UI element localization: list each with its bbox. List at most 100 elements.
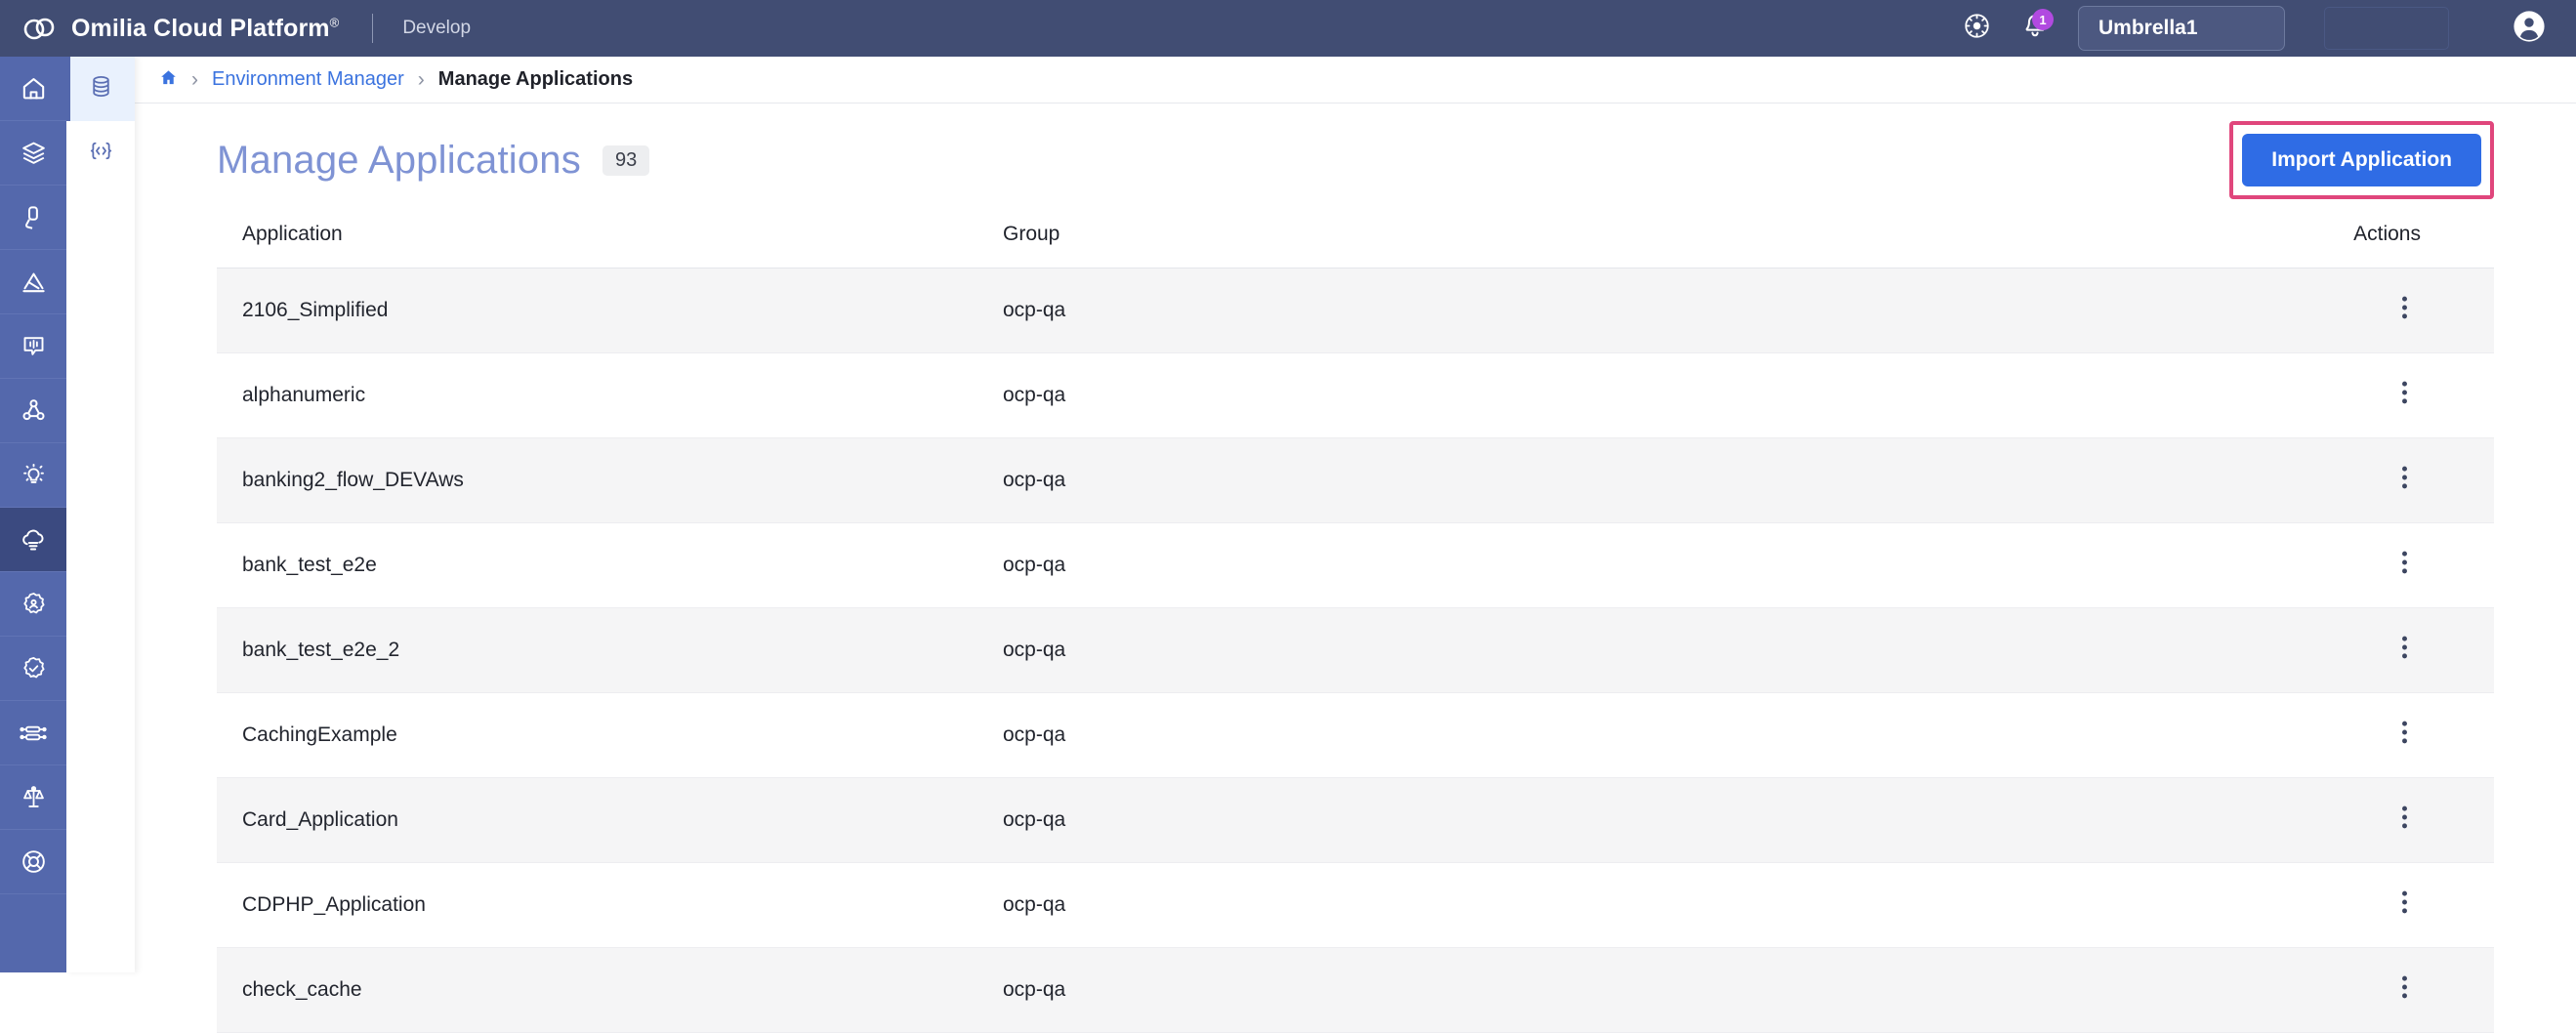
user-account-button[interactable] [2508, 7, 2551, 50]
table-row[interactable]: bank_test_e2e_2 ocp-qa [217, 607, 2494, 693]
breadcrumb-current-page: Manage Applications [437, 68, 634, 90]
import-application-button[interactable]: Import Application [2242, 134, 2481, 186]
sidebar-item-code-resources[interactable] [66, 121, 135, 186]
brand-block[interactable]: Omilia Cloud Platform® [0, 14, 339, 43]
layers-icon [21, 140, 47, 166]
cell-application: CDPHP_Application [217, 862, 1003, 948]
sidebar-item-dialog-flows[interactable] [0, 379, 66, 443]
sidebar-item-insights[interactable] [0, 443, 66, 508]
secondary-navigation-sidebar [66, 57, 135, 972]
cell-actions [2201, 862, 2494, 948]
cell-actions [2201, 522, 2494, 608]
theme-toggle-button[interactable] [1955, 7, 1998, 50]
breadcrumb: › Environment Manager › Manage Applicati… [135, 57, 2576, 103]
cell-group: ocp-qa [1003, 692, 2201, 778]
cell-application: CachingExample [217, 692, 1003, 778]
main-content-area: › Environment Manager › Manage Applicati… [135, 57, 2576, 1033]
cell-application: banking2_flow_DEVAws [217, 437, 1003, 523]
tenant-name: Umbrella1 [2098, 17, 2198, 39]
table-row[interactable]: CDPHP_Application ocp-qa [217, 862, 2494, 948]
column-header-actions: Actions [2201, 209, 2494, 269]
cell-group: ocp-qa [1003, 437, 2201, 523]
header-divider [372, 14, 374, 43]
notification-count-badge: 1 [2032, 9, 2054, 30]
table-row[interactable]: banking2_flow_DEVAws ocp-qa [217, 437, 2494, 523]
page-content: Manage Applications 93 Import Applicatio… [135, 103, 2576, 1033]
table-row[interactable]: 2106_Simplified ocp-qa [217, 268, 2494, 353]
breadcrumb-separator-2: › [417, 68, 425, 91]
kebab-menu-icon[interactable] [2401, 888, 2408, 916]
scales-icon [21, 784, 47, 810]
sidebar-item-quality[interactable] [0, 637, 66, 701]
sun-icon [1964, 13, 1990, 44]
table-row[interactable]: bank_test_e2e ocp-qa [217, 522, 2494, 608]
sidebar-item-environment-manager[interactable] [0, 508, 66, 572]
cloud-icon [20, 526, 47, 554]
sidebar-item-account-settings[interactable] [0, 572, 66, 637]
sidebar-item-voice-biometrics[interactable] [0, 314, 66, 379]
table-header-row: Application Group Actions [217, 209, 2494, 269]
page-title: Manage Applications [217, 138, 581, 182]
breadcrumb-link-environment-manager[interactable]: Environment Manager [212, 68, 404, 91]
cell-application: Card_Application [217, 777, 1003, 863]
notifications-button[interactable]: 1 [2014, 7, 2057, 50]
sidebar-item-support[interactable] [0, 830, 66, 894]
applications-table: Application Group Actions 2106_Simplifie… [217, 209, 2494, 1033]
column-header-application[interactable]: Application [217, 209, 1003, 269]
home-icon [21, 75, 47, 102]
kebab-menu-icon[interactable] [2401, 294, 2408, 321]
cell-application: bank_test_e2e [217, 522, 1003, 608]
database-icon [89, 74, 113, 103]
sidebar-item-manage-applications[interactable] [66, 57, 135, 121]
api-server-icon [20, 720, 47, 747]
kebab-menu-icon[interactable] [2401, 973, 2408, 1001]
omilia-cloud-logo-icon [23, 14, 59, 43]
sidebar-item-home[interactable] [0, 57, 66, 121]
cell-actions [2201, 607, 2494, 693]
kebab-menu-icon[interactable] [2401, 804, 2408, 831]
user-avatar-icon [2513, 10, 2546, 48]
column-header-group[interactable]: Group [1003, 209, 2201, 269]
kebab-menu-icon[interactable] [2401, 634, 2408, 661]
cell-application: 2106_Simplified [217, 268, 1003, 353]
code-icon [89, 139, 113, 168]
import-application-highlight-box: Import Application [2229, 121, 2494, 199]
gear-badge-icon [21, 591, 47, 617]
cell-group: ocp-qa [1003, 522, 2201, 608]
sidebar-item-telephony[interactable] [0, 186, 66, 250]
primary-navigation-sidebar [0, 57, 66, 972]
cell-group: ocp-qa [1003, 268, 2201, 353]
environment-label[interactable]: Develop [402, 18, 471, 39]
cell-group: ocp-qa [1003, 352, 2201, 438]
cell-actions [2201, 692, 2494, 778]
table-row[interactable]: CachingExample ocp-qa [217, 692, 2494, 778]
phone-handset-icon [21, 204, 47, 230]
table-row[interactable]: Card_Application ocp-qa [217, 777, 2494, 863]
table-row[interactable]: alphanumeric ocp-qa [217, 352, 2494, 438]
sidebar-item-analytics[interactable] [0, 250, 66, 314]
kebab-menu-icon[interactable] [2401, 719, 2408, 746]
secondary-selector[interactable] [2324, 7, 2449, 50]
breadcrumb-home-link[interactable] [159, 68, 178, 92]
table-header: Application Group Actions [217, 209, 2494, 269]
kebab-menu-icon[interactable] [2401, 464, 2408, 491]
cell-application: check_cache [217, 947, 1003, 1033]
kebab-menu-icon[interactable] [2401, 549, 2408, 576]
check-badge-icon [21, 655, 47, 682]
table-row[interactable]: check_cache ocp-qa [217, 947, 2494, 1033]
sidebar-item-api-services[interactable] [0, 701, 66, 765]
brand-title: Omilia Cloud Platform® [71, 14, 340, 42]
table-body: 2106_Simplified ocp-qa alphanumeric ocp-… [217, 268, 2494, 1033]
cell-application: bank_test_e2e_2 [217, 607, 1003, 693]
tenant-selector[interactable]: Umbrella1 [2078, 6, 2285, 51]
cell-actions [2201, 268, 2494, 353]
lightbulb-icon [21, 462, 47, 488]
registered-mark: ® [329, 15, 340, 30]
sidebar-item-compliance[interactable] [0, 765, 66, 830]
page-header: Manage Applications 93 Import Applicatio… [217, 103, 2494, 209]
sidebar-item-layers[interactable] [0, 121, 66, 186]
nodes-network-icon [21, 397, 47, 424]
lifebuoy-icon [21, 848, 47, 875]
cell-group: ocp-qa [1003, 947, 2201, 1033]
kebab-menu-icon[interactable] [2401, 379, 2408, 406]
